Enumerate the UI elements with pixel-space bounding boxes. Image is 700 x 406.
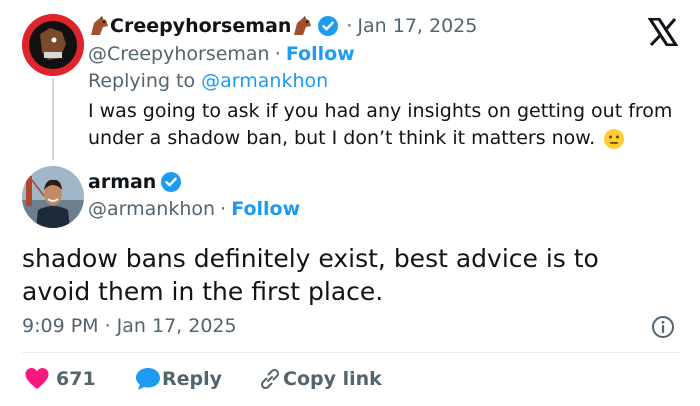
x-logo-icon[interactable] — [647, 17, 679, 47]
reply-handle-row: @Creepyhorseman · Follow — [88, 43, 355, 65]
reply-button[interactable]: Reply — [134, 366, 222, 392]
separator-dot: · — [346, 15, 353, 37]
main-tweet-text: shadow bans definitely exist, best advic… — [22, 242, 599, 308]
main-display-name[interactable]: arman — [88, 171, 156, 193]
reply-header: Creepyhorseman · Jan 17, 2025 — [88, 15, 477, 37]
horse-emoji-icon — [88, 15, 110, 37]
main-header: arman — [88, 171, 182, 193]
verified-badge-icon — [317, 15, 339, 37]
separator-dot: · — [274, 43, 281, 65]
info-icon[interactable] — [651, 315, 675, 339]
verified-badge-icon — [160, 171, 182, 193]
follow-button-arman[interactable]: Follow — [231, 198, 300, 220]
reply-text-line: I was going to ask if you had any insigh… — [88, 100, 673, 122]
like-count: 671 — [56, 368, 96, 390]
copy-link-label: Copy link — [283, 368, 382, 390]
link-icon — [257, 366, 283, 392]
like-button[interactable]: 671 — [24, 366, 96, 392]
thread-line — [52, 78, 54, 160]
separator-dot: · — [220, 198, 227, 220]
main-handle[interactable]: @armankhon — [88, 198, 215, 220]
follow-button-creepyhorseman[interactable]: Follow — [286, 43, 355, 65]
main-timestamp[interactable]: 9:09 PM · Jan 17, 2025 — [22, 315, 237, 337]
reply-handle[interactable]: @Creepyhorseman — [88, 43, 270, 65]
replying-to: Replying to @armankhon — [88, 70, 328, 92]
reply-label: Reply — [162, 368, 223, 390]
horse-emoji-icon — [291, 15, 313, 37]
reply-bubble-icon — [134, 366, 162, 392]
copy-link-button[interactable]: Copy link — [257, 366, 382, 392]
main-text-line: shadow bans definitely exist, best advic… — [22, 244, 599, 273]
reply-display-name[interactable]: Creepyhorseman — [110, 15, 291, 37]
main-text-line: avoid them in the first place. — [22, 277, 384, 306]
main-handle-row: @armankhon · Follow — [88, 198, 300, 220]
replying-to-label: Replying to — [88, 70, 202, 92]
reply-text-line: under a shadow ban, but I don’t think it… — [88, 127, 596, 149]
avatar-creepyhorseman[interactable] — [22, 14, 84, 76]
avatar-arman[interactable] — [22, 166, 84, 228]
replying-to-handle[interactable]: @armankhon — [201, 70, 328, 92]
divider — [22, 352, 680, 353]
neutral-face-emoji — [603, 128, 625, 150]
heart-icon — [24, 366, 50, 392]
reply-text: I was going to ask if you had any insigh… — [88, 98, 672, 152]
reply-date[interactable]: Jan 17, 2025 — [357, 15, 477, 37]
